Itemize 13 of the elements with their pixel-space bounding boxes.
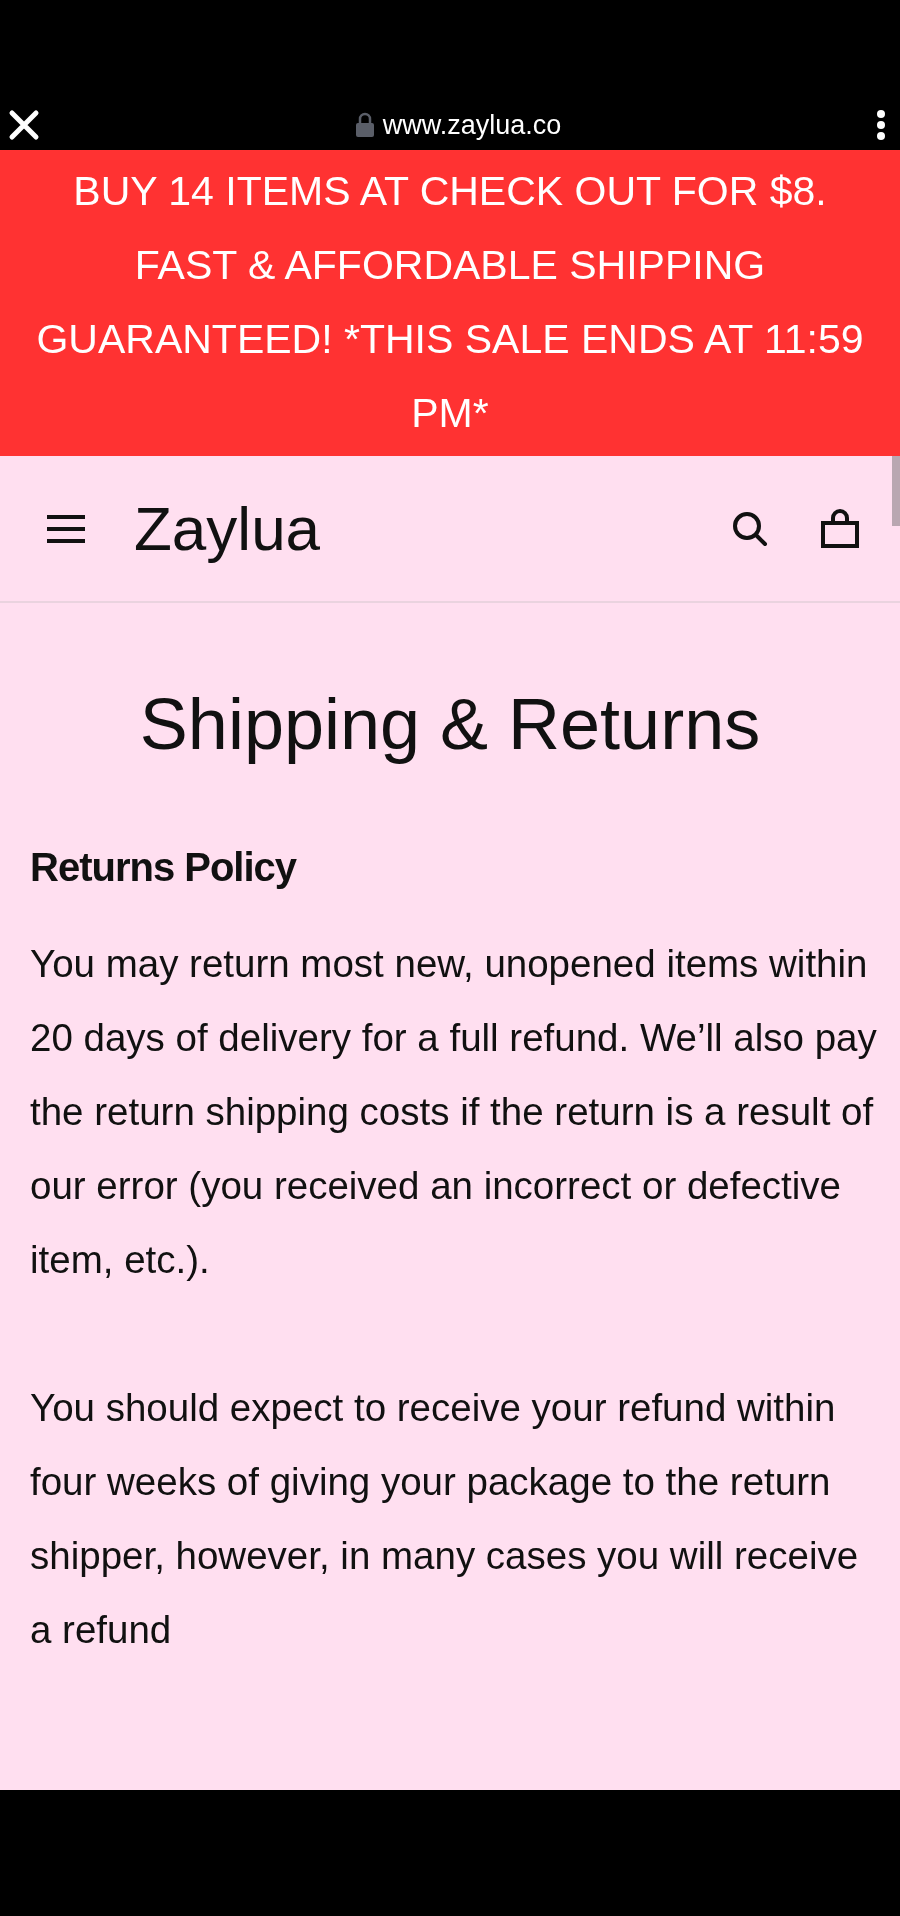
scrollbar[interactable] [892,456,900,526]
shopping-bag-icon[interactable] [820,508,860,549]
logo[interactable]: Zaylua [134,482,321,575]
section-heading: Returns Policy [30,844,298,892]
more-options-icon[interactable] [876,109,886,141]
lock-icon [354,112,375,138]
body-paragraph: You may return most new, unopened items within 20 days of delivery for a full refund. We’ll also pay the return shipping costs if the return is a result of our error (you received an incorrect or defective item, etc.). [30,941,878,1284]
page-title: Shipping & Returns [138,683,762,766]
close-icon[interactable] [8,109,40,141]
body-paragraph: You should expect to receive your refund within four weeks of giving your package to the return shipper, however, in many cases you will receive a refund [30,1385,860,1654]
announcement-banner: BUY 14 ITEMS AT CHECK OUT FOR $8. FAST & AFFORDABLE SHIPPING GUARANTEED! *THIS SALE ENDS AT 11:59 PM* [0,150,900,456]
menu-icon[interactable] [46,513,86,544]
url-text[interactable]: www.zaylua.co [382,104,562,146]
